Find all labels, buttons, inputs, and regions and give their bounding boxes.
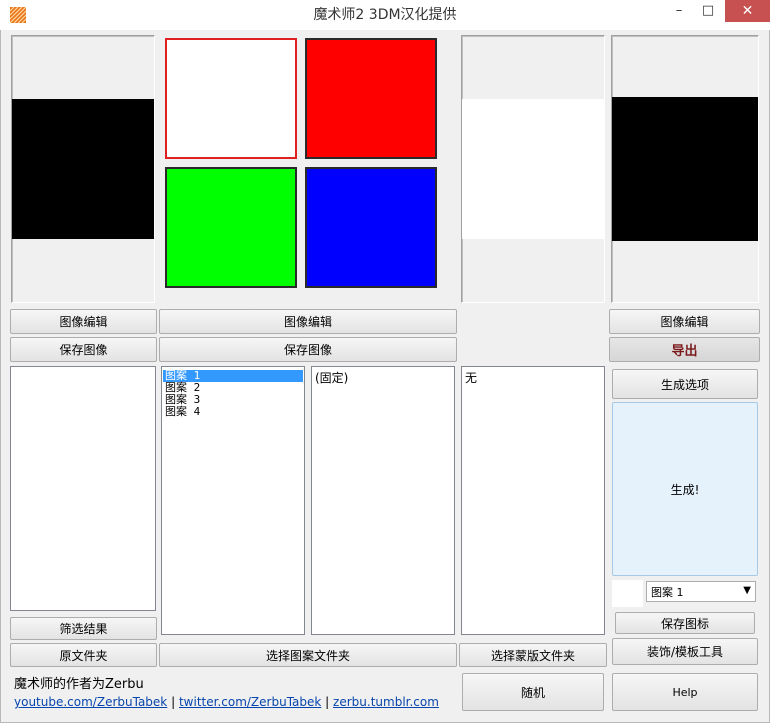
swatch-blue[interactable] [305, 167, 437, 288]
pattern-preview-thumb [612, 580, 643, 607]
select-mask-folder-button[interactable]: 选择蒙版文件夹 [459, 643, 607, 667]
mask-listbox[interactable]: 无 [461, 366, 605, 635]
chevron-down-icon: ▼ [743, 585, 751, 596]
twitter-link[interactable]: twitter.com/ZerbuTabek [179, 695, 321, 709]
pattern-dropdown-value: 图案 1 [651, 585, 684, 599]
youtube-link[interactable]: youtube.com/ZerbuTabek [14, 695, 167, 709]
pattern-list-item[interactable]: 图案 4 [163, 406, 303, 418]
link-separator: | [171, 695, 176, 709]
preview-mask-fill [462, 99, 604, 239]
maximize-button[interactable]: □ [695, 0, 721, 22]
preview-output-fill [612, 97, 758, 241]
minimize-button[interactable]: – [666, 0, 692, 22]
swatch-red[interactable] [305, 38, 437, 159]
preview-output-image[interactable] [611, 35, 759, 303]
preview-base-fill [12, 99, 154, 239]
generate-options-button[interactable]: 生成选项 [612, 369, 758, 399]
fixed-listbox[interactable]: (固定) [311, 366, 455, 635]
save-icon-button[interactable]: 保存图标 [615, 612, 755, 634]
preview-mask-image[interactable] [461, 35, 605, 303]
edit-image-button-pattern[interactable]: 图像编辑 [159, 309, 457, 334]
help-button[interactable]: Help [612, 673, 758, 711]
filter-results-button[interactable]: 筛选结果 [10, 617, 157, 640]
edit-image-button-base[interactable]: 图像编辑 [10, 309, 157, 334]
results-listbox[interactable] [10, 366, 156, 611]
close-button[interactable]: ✕ [725, 0, 770, 22]
credit-links: youtube.com/ZerbuTabek | twitter.com/Zer… [14, 695, 454, 713]
edit-image-button-output[interactable]: 图像编辑 [609, 309, 760, 334]
swatch-white[interactable] [165, 38, 297, 159]
tumblr-link[interactable]: zerbu.tumblr.com [333, 695, 439, 709]
generate-button[interactable]: 生成! [612, 402, 758, 576]
swatch-green[interactable] [165, 167, 297, 288]
pattern-listbox[interactable]: 图案 1 图案 2 图案 3 图案 4 [161, 366, 305, 635]
author-credit: 魔术师的作者为Zerbu [14, 677, 144, 692]
select-pattern-folder-button[interactable]: 选择图案文件夹 [159, 643, 457, 667]
window-title: 魔术师2 3DM汉化提供 [313, 7, 457, 23]
mask-list-item[interactable]: 无 [462, 367, 604, 388]
save-image-button-base[interactable]: 保存图像 [10, 337, 157, 362]
fixed-list-item[interactable]: (固定) [312, 367, 454, 388]
pattern-dropdown[interactable]: 图案 1 ▼ [646, 581, 756, 602]
export-button[interactable]: 导出 [609, 337, 760, 362]
decor-template-tool-button[interactable]: 装饰/模板工具 [612, 638, 758, 665]
preview-base-image[interactable] [11, 35, 155, 303]
source-folder-button[interactable]: 原文件夹 [10, 643, 157, 667]
random-button[interactable]: 随机 [462, 673, 604, 711]
link-separator: | [325, 695, 330, 709]
save-image-button-pattern[interactable]: 保存图像 [159, 337, 457, 362]
